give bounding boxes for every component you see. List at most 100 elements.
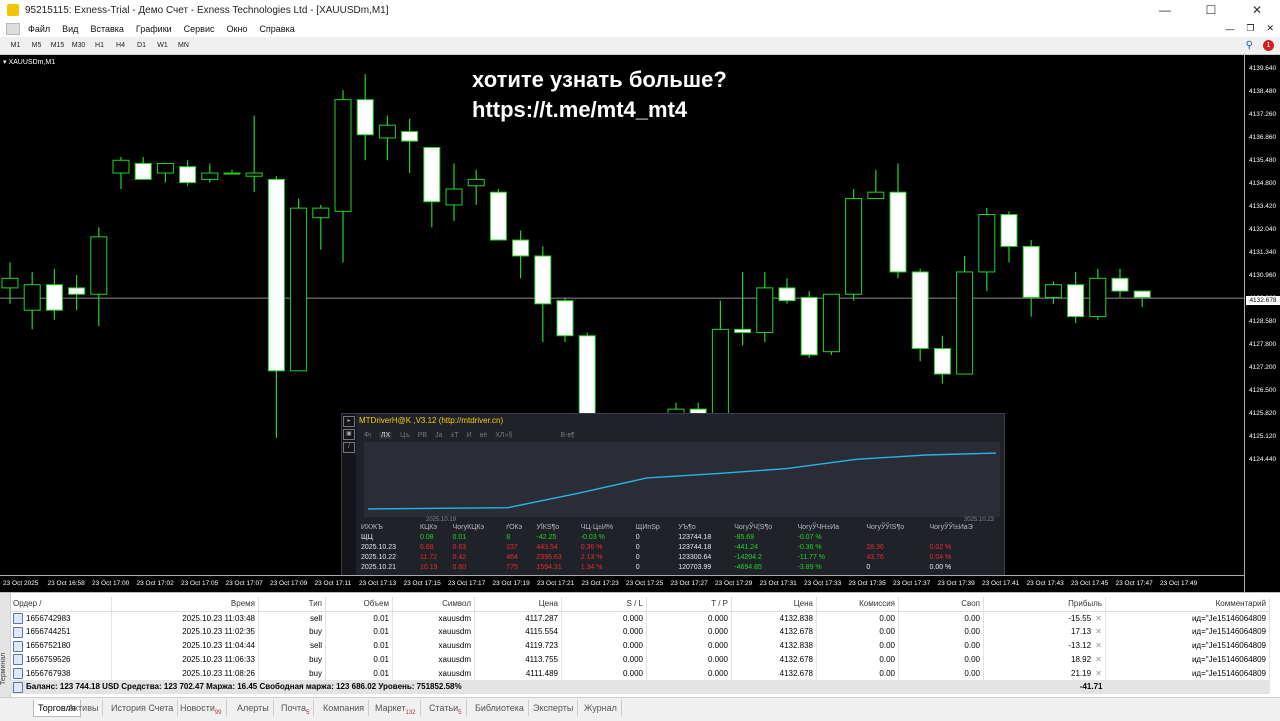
terminal-tab[interactable]: Новости99: [176, 700, 227, 716]
col-tp[interactable]: T / P: [646, 597, 732, 612]
close-order-icon[interactable]: ✕: [1091, 669, 1102, 678]
candle: [445, 163, 463, 221]
order-row[interactable]: 1656752180 2025.10.23 11:04:44 sell 0.01 xau…: [10, 639, 1270, 653]
col-profit[interactable]: Прибыль: [983, 597, 1106, 612]
menu-insert[interactable]: Вставка: [84, 24, 129, 34]
menu-file[interactable]: Файл: [22, 24, 56, 34]
candle-body: [45, 284, 63, 311]
ea-tab-2[interactable]: Цъ: [400, 432, 410, 439]
order-row[interactable]: 1656759526 2025.10.23 11:06:33 buy 0.01 xauu…: [10, 652, 1270, 667]
order-time: 2025.10.23 11:06:33: [111, 652, 259, 667]
close-button[interactable]: ✕: [1234, 0, 1280, 20]
col-price[interactable]: Цена: [731, 597, 817, 612]
ea-tab-7[interactable]: вё: [480, 432, 488, 439]
ea-tab-5[interactable]: ±Т: [450, 432, 458, 439]
minimize-button[interactable]: —: [1142, 0, 1188, 20]
terminal-tab[interactable]: История Счета: [107, 700, 179, 716]
price-chart[interactable]: ▾ XAUUSDm,M1 хотите узнать больше? https…: [0, 55, 1280, 594]
order-sl: 0.000: [561, 652, 647, 667]
menu-charts[interactable]: Графики: [130, 24, 178, 34]
timeframe-w1[interactable]: W1: [153, 38, 172, 54]
ea-tab-1[interactable]: ЛХ: [378, 432, 393, 439]
col-volume[interactable]: Объем: [325, 597, 393, 612]
menu-tools[interactable]: Сервис: [178, 24, 221, 34]
terminal-tab-label: Журнал: [584, 703, 617, 713]
ea-cell: -11.77 %: [797, 554, 826, 561]
watermark-line-2: https://t.me/mt4_mt4: [472, 97, 688, 122]
order-comment: ид="Je15146064809: [1105, 652, 1270, 667]
col-order[interactable]: Ордер /: [10, 597, 112, 612]
time-tick-label: 23 Oct 17:31: [759, 580, 797, 587]
terminal-tab-badge: 99: [214, 709, 222, 716]
col-time[interactable]: Время: [111, 597, 259, 612]
col-comment[interactable]: Комментарий: [1105, 597, 1270, 612]
ea-cell: 0: [635, 534, 640, 541]
maximize-button[interactable]: ☐: [1188, 0, 1234, 20]
candle: [156, 162, 174, 183]
menu-window[interactable]: Окно: [221, 24, 254, 34]
terminal-tab[interactable]: Маркет132: [371, 700, 421, 716]
notification-badge[interactable]: 1: [1263, 40, 1274, 51]
child-close-button[interactable]: ✕: [1260, 23, 1280, 34]
time-tick-label: 23 Oct 17:23: [581, 580, 619, 587]
timeframe-h1[interactable]: H1: [90, 38, 109, 54]
order-symbol-text: xauusdm: [438, 627, 471, 637]
ea-tab-9[interactable]: В-в¶: [560, 432, 574, 439]
close-order-icon[interactable]: ✕: [1091, 614, 1102, 623]
timeframe-h4[interactable]: H4: [111, 38, 130, 54]
col-sl[interactable]: S / L: [561, 597, 647, 612]
time-tick-label: 23 Oct 17:11: [314, 580, 352, 587]
timeframe-m30[interactable]: M30: [69, 38, 88, 54]
ea-tab-3[interactable]: РВ: [418, 432, 427, 439]
terminal-tab[interactable]: Журнал: [580, 700, 622, 716]
order-time: 2025.10.23 11:04:44: [111, 639, 259, 653]
ea-cell: 0: [635, 554, 640, 561]
menu-help[interactable]: Справка: [253, 24, 300, 34]
ea-tab-0[interactable]: Фі: [364, 432, 371, 439]
terminal-tab[interactable]: Статьи5: [425, 700, 467, 716]
expert-advisor-panel[interactable]: ▸ ▣ / MTDriverH@K ,V3.12 (http://mtdrive…: [341, 413, 1005, 594]
order-document-icon: [13, 613, 23, 625]
terminal-tab[interactable]: Компания: [319, 700, 370, 716]
close-order-icon[interactable]: ✕: [1091, 627, 1102, 636]
terminal-tab[interactable]: Эксперты: [529, 700, 579, 716]
search-icon[interactable]: ⚲: [1246, 40, 1253, 51]
order-tp: 0.000: [646, 639, 732, 653]
col-type[interactable]: Тип: [258, 597, 326, 612]
terminal-tab[interactable]: Активы: [64, 700, 104, 716]
timeframe-d1[interactable]: D1: [132, 38, 151, 54]
ea-collapse-icon[interactable]: /: [343, 442, 355, 453]
ea-settings-icon[interactable]: ▸: [343, 416, 355, 427]
col-commission[interactable]: Комиссия: [816, 597, 899, 612]
ea-tab-6[interactable]: И: [467, 432, 472, 439]
terminal-tab[interactable]: Библиотека: [471, 700, 529, 716]
ea-header-cell: УЇКЅ¶о: [536, 524, 560, 531]
order-row[interactable]: 1656767938 2025.10.23 11:08:26 buy 0.01 xauu…: [10, 666, 1270, 681]
maximize-icon: ☐: [1205, 3, 1217, 17]
terminal-tab[interactable]: Почта5: [277, 700, 315, 716]
terminal-tab[interactable]: Алерты: [233, 700, 274, 716]
order-id: 1656744251: [10, 625, 112, 640]
col-swap[interactable]: Своп: [898, 597, 984, 612]
child-restore-button[interactable]: ❐: [1240, 23, 1260, 34]
close-order-icon[interactable]: ✕: [1091, 641, 1102, 650]
ea-tab-4[interactable]: Ја: [435, 432, 442, 439]
candle-body: [556, 300, 574, 337]
menu-view[interactable]: Вид: [56, 24, 84, 34]
timeframe-m5[interactable]: M5: [27, 38, 46, 54]
ea-tab-8[interactable]: ХЛ»§: [495, 432, 512, 439]
close-order-icon[interactable]: ✕: [1091, 655, 1102, 664]
timeframe-m1[interactable]: M1: [6, 38, 25, 54]
terminal-tab-label: Алерты: [237, 703, 269, 713]
chart-menu-icon[interactable]: [6, 22, 20, 35]
col-open-price[interactable]: Цена: [474, 597, 562, 612]
child-minimize-button[interactable]: —: [1219, 24, 1240, 34]
timeframe-m15[interactable]: M15: [48, 38, 67, 54]
terminal-tab-label: Почта: [281, 703, 306, 713]
candle: [245, 115, 263, 193]
order-row[interactable]: 1656744251 2025.10.23 11:02:35 buy 0.01 xauu…: [10, 625, 1270, 640]
timeframe-mn[interactable]: MN: [174, 38, 193, 54]
col-symbol[interactable]: Символ: [392, 597, 475, 612]
order-row[interactable]: 1656742983 2025.10.23 11:03:48 sell 0.01 xau…: [10, 611, 1270, 626]
ea-minimize-icon[interactable]: ▣: [343, 429, 355, 440]
